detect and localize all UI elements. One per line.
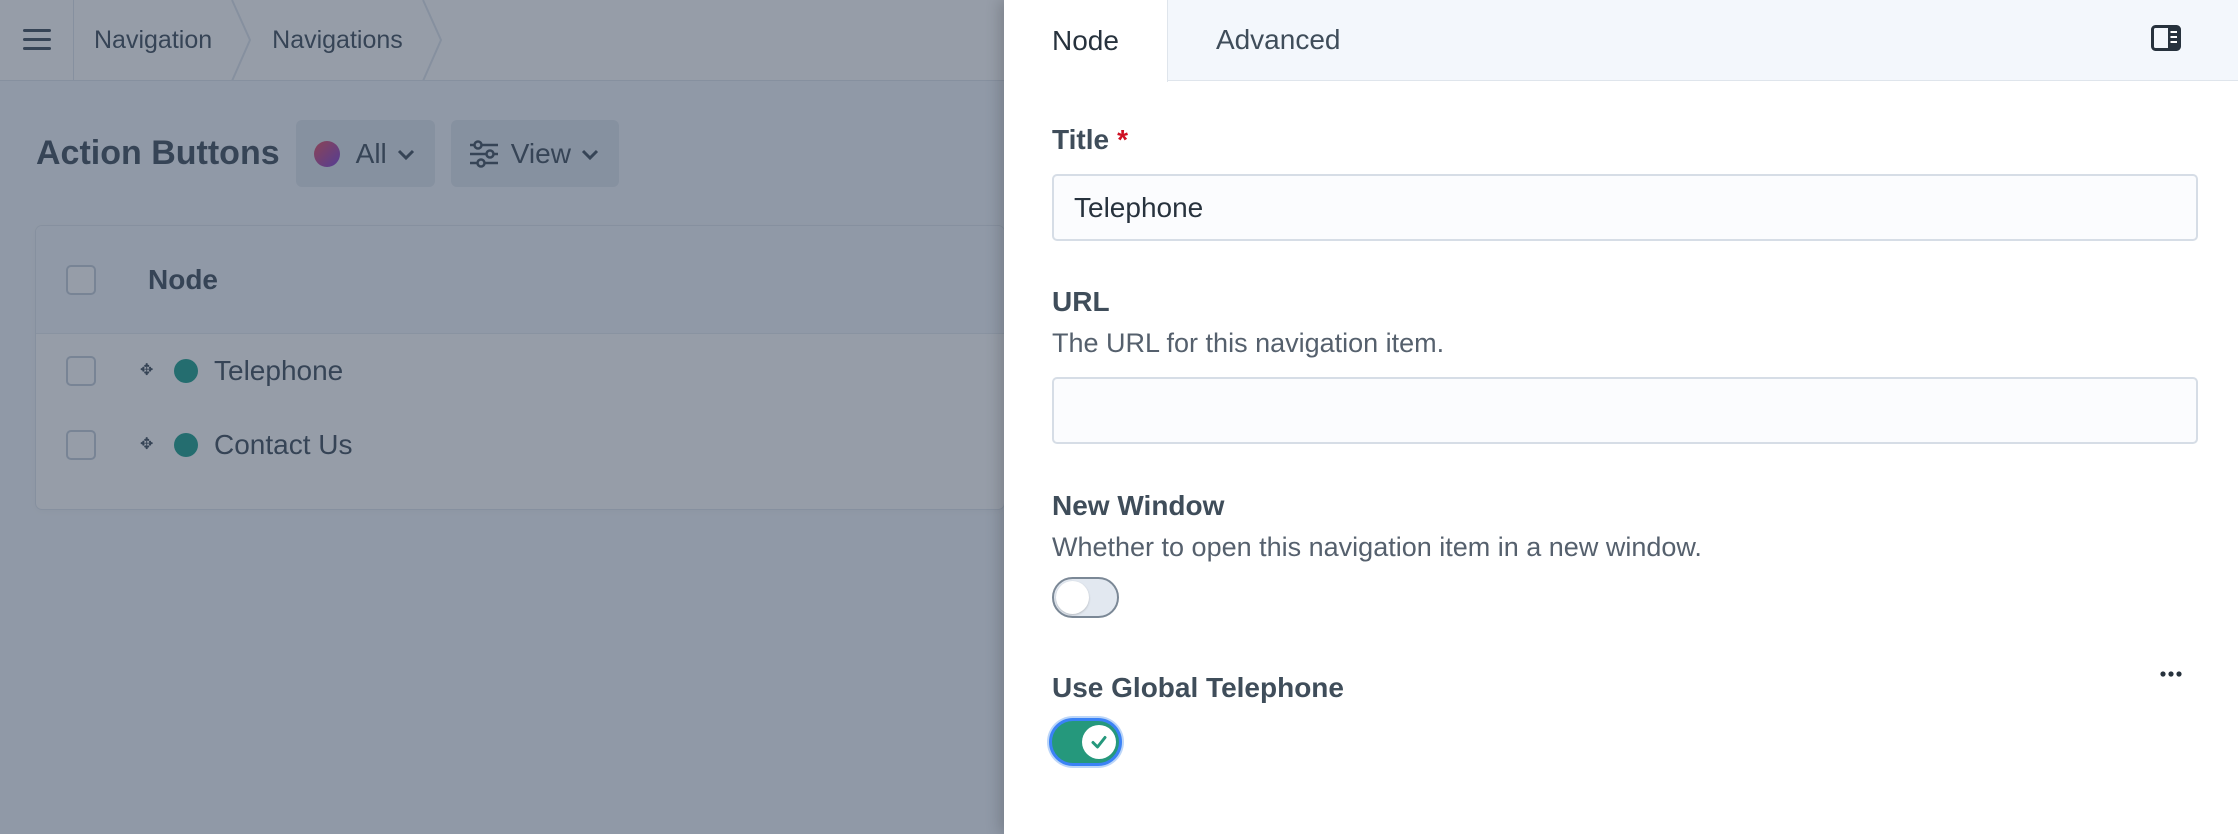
ellipsis-icon[interactable] <box>2160 670 2182 678</box>
tab-advanced[interactable]: Advanced <box>1168 0 1388 80</box>
url-instructions: The URL for this navigation item. <box>1052 328 1445 358</box>
new-window-instructions: Whether to open this navigation item in … <box>1052 532 1702 562</box>
required-indicator: * <box>1117 124 1128 155</box>
sidebar-toggle-icon[interactable] <box>2151 25 2181 51</box>
new-window-toggle[interactable] <box>1052 577 1119 618</box>
new-window-label: New Window <box>1052 490 1225 521</box>
use-global-telephone-field: Use Global Telephone <box>1049 672 1344 766</box>
modal-overlay[interactable] <box>0 0 1004 834</box>
new-window-field: New Window Whether to open this navigati… <box>1052 490 1702 618</box>
background-page: Navigation Navigations Action Buttons Al… <box>0 0 1004 834</box>
toggle-knob <box>1056 581 1089 614</box>
url-input[interactable] <box>1052 377 2198 444</box>
use-global-telephone-toggle[interactable] <box>1049 718 1122 766</box>
slideout-panel: Node Advanced Title * Telephone URL The U… <box>1004 0 2238 834</box>
check-icon <box>1091 736 1107 749</box>
title-input[interactable]: Telephone <box>1052 174 2198 241</box>
title-label: Title * <box>1052 124 1128 155</box>
toggle-knob <box>1082 725 1116 759</box>
use-global-telephone-label: Use Global Telephone <box>1052 672 1344 703</box>
tab-node[interactable]: Node <box>1004 0 1168 82</box>
panel-tabs: Node Advanced <box>1004 0 2238 82</box>
url-label: URL <box>1052 286 1110 317</box>
title-field: Title * Telephone <box>1052 124 2198 241</box>
url-field: URL The URL for this navigation item. <box>1052 286 2198 444</box>
